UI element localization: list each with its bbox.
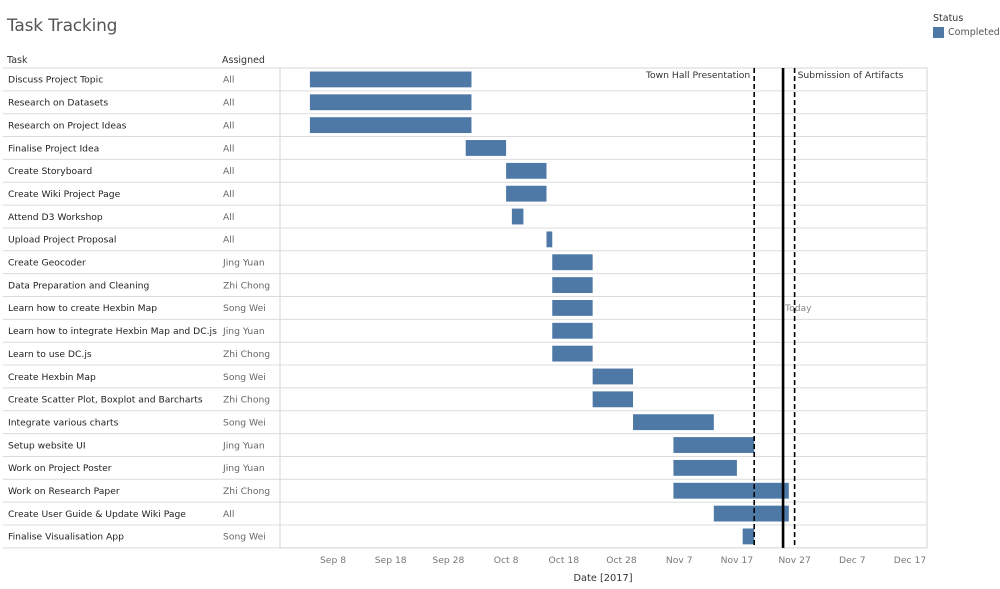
task-label: Attend D3 Workshop [8, 212, 103, 223]
x-axis-title: Date [2017] [573, 573, 632, 584]
reference-label: Submission of Artifacts [798, 70, 904, 81]
assigned-label: All [223, 166, 234, 177]
task-bar[interactable] [552, 322, 593, 339]
task-label: Create Storyboard [8, 166, 92, 177]
task-bar[interactable] [633, 414, 714, 431]
x-tick-label: Dec 17 [894, 555, 927, 566]
task-bar[interactable] [552, 300, 593, 316]
plot-border [279, 67, 928, 549]
task-bar[interactable] [309, 117, 472, 134]
x-tick-label: Nov 27 [778, 555, 811, 566]
task-label: Work on Research Paper [8, 486, 120, 497]
assigned-label: Zhi Chong [223, 349, 270, 360]
task-bar[interactable] [465, 140, 507, 156]
assigned-label: All [223, 509, 234, 520]
x-tick-label: Nov 7 [666, 555, 693, 566]
assigned-label: Zhi Chong [223, 486, 270, 497]
gantt-chart: Discuss Project Topic All Research on Data… [3, 67, 928, 584]
task-label: Learn how to integrate Hexbin Map and DC… [8, 326, 217, 337]
assigned-label: Song Wei [223, 372, 266, 383]
assigned-label: All [223, 189, 234, 200]
task-label: Data Preparation and Cleaning [8, 280, 149, 291]
task-bar[interactable] [673, 437, 755, 453]
today-label: Today [784, 303, 812, 314]
reference-label: Town Hall Presentation [645, 70, 750, 81]
assigned-label: Song Wei [223, 532, 266, 543]
task-label: Upload Project Proposal [8, 235, 116, 246]
task-label: Setup website UI [8, 440, 86, 451]
task-bar[interactable] [713, 505, 789, 522]
task-label: Create Geocoder [8, 258, 86, 269]
task-label: Create Scatter Plot, Boxplot and Barchar… [8, 395, 203, 406]
assigned-label: Song Wei [223, 417, 266, 428]
assigned-label: All [223, 143, 234, 154]
task-bar[interactable] [546, 231, 553, 248]
assigned-label: Jing Yuan [222, 258, 265, 269]
task-label: Research on Project Ideas [8, 120, 127, 131]
task-bar[interactable] [592, 368, 634, 385]
assigned-label: All [223, 235, 234, 246]
task-bar[interactable] [673, 482, 789, 499]
task-bar[interactable] [309, 71, 472, 88]
task-label: Discuss Project Topic [8, 75, 103, 86]
x-tick-label: Nov 17 [721, 555, 754, 566]
task-label: Finalise Project Idea [8, 143, 99, 154]
assigned-label: All [223, 75, 234, 86]
task-bar[interactable] [506, 162, 547, 179]
assigned-label: Song Wei [223, 303, 266, 314]
assigned-label: Jing Yuan [222, 326, 265, 337]
x-tick-label: Oct 18 [549, 555, 580, 566]
task-label: Work on Project Poster [8, 463, 112, 474]
task-label: Finalise Visualisation App [8, 532, 124, 543]
task-label: Learn how to create Hexbin Map [8, 303, 157, 314]
x-tick-label: Sep 28 [432, 555, 464, 566]
task-label: Create Wiki Project Page [8, 189, 121, 200]
task-label: Learn to use DC.js [8, 349, 92, 360]
assigned-label: All [223, 212, 234, 223]
task-bar[interactable] [552, 254, 593, 271]
assigned-label: All [223, 120, 234, 131]
task-bar[interactable] [592, 391, 634, 408]
task-label: Research on Datasets [8, 98, 108, 109]
task-bar[interactable] [511, 208, 524, 225]
task-bar[interactable] [506, 185, 547, 202]
assigned-label: Jing Yuan [222, 463, 265, 474]
x-tick-label: Sep 18 [375, 555, 407, 566]
x-tick-label: Dec 7 [839, 555, 866, 566]
task-label: Integrate various charts [8, 417, 119, 428]
x-tick-label: Oct 8 [494, 555, 519, 566]
task-bar[interactable] [742, 528, 755, 545]
task-label: Create User Guide & Update Wiki Page [8, 509, 186, 520]
assigned-label: Zhi Chong [223, 395, 270, 406]
task-label: Create Hexbin Map [8, 372, 96, 383]
assigned-label: Jing Yuan [222, 440, 265, 451]
x-tick-label: Sep 8 [320, 555, 346, 566]
task-bar[interactable] [309, 94, 472, 111]
x-tick-label: Oct 28 [606, 555, 637, 566]
assigned-label: All [223, 98, 234, 109]
task-bar[interactable] [673, 459, 737, 476]
task-bar[interactable] [552, 345, 593, 362]
assigned-label: Zhi Chong [223, 280, 270, 291]
task-bar[interactable] [552, 277, 593, 293]
